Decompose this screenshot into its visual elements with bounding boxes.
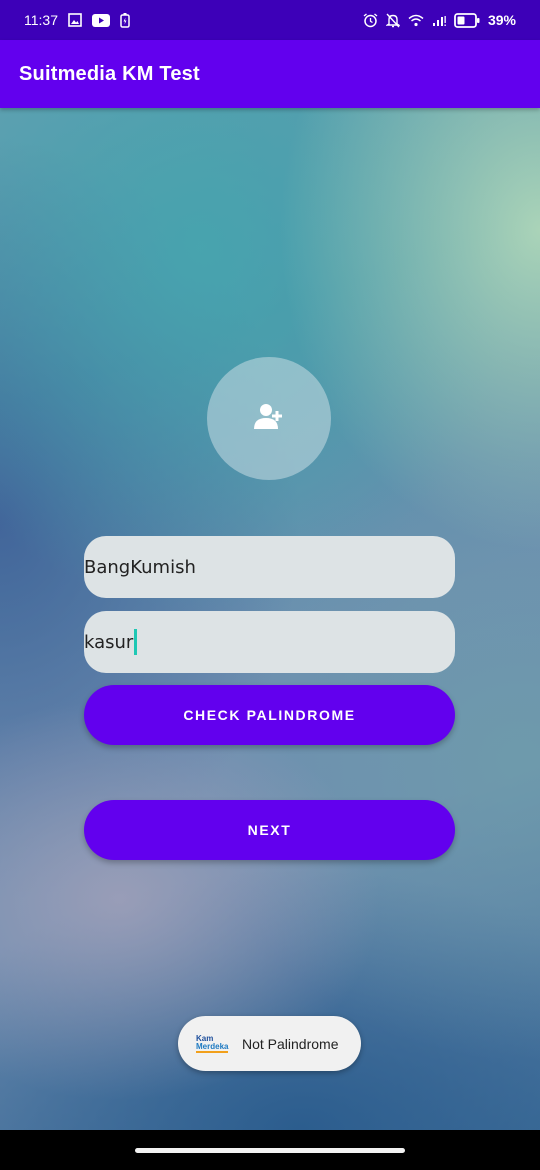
palindrome-field[interactable]: kasur: [84, 611, 455, 673]
app-title: Suitmedia KM Test: [19, 62, 200, 85]
screen-background: 11:37 39% Suitmedia KM Test BangKumish k…: [0, 0, 540, 1170]
check-palindrome-button[interactable]: CHECK PALINDROME: [84, 685, 455, 745]
name-field-value: BangKumish: [84, 556, 196, 578]
check-palindrome-label: CHECK PALINDROME: [183, 707, 356, 723]
status-bar: 11:37 39%: [0, 0, 540, 40]
toast-text: Not Palindrome: [242, 1035, 339, 1052]
next-button[interactable]: NEXT: [84, 800, 455, 860]
image-icon: [68, 13, 82, 27]
battery-icon: [454, 12, 480, 28]
app-bar: Suitmedia KM Test: [0, 40, 540, 108]
name-field[interactable]: BangKumish: [84, 536, 455, 598]
wifi-icon: [408, 14, 424, 27]
avatar-picker[interactable]: [207, 357, 331, 480]
text-cursor: [134, 629, 138, 655]
navigation-bar: [0, 1130, 540, 1170]
battery-saver-icon: [120, 12, 130, 28]
toast-message: Kam Merdeka Not Palindrome: [178, 1016, 361, 1071]
signal-icon: [432, 14, 446, 27]
next-label: NEXT: [247, 822, 292, 838]
palindrome-field-value: kasur: [84, 631, 134, 653]
battery-percent: 39%: [487, 12, 516, 28]
status-time: 11:37: [24, 12, 58, 28]
add-person-icon: [254, 402, 284, 435]
notifications-off-icon: [385, 13, 400, 28]
home-gesture-handle[interactable]: [135, 1148, 405, 1153]
kampus-merdeka-logo: Kam Merdeka: [196, 1033, 229, 1053]
youtube-icon: [92, 13, 110, 27]
alarm-icon: [363, 12, 378, 28]
